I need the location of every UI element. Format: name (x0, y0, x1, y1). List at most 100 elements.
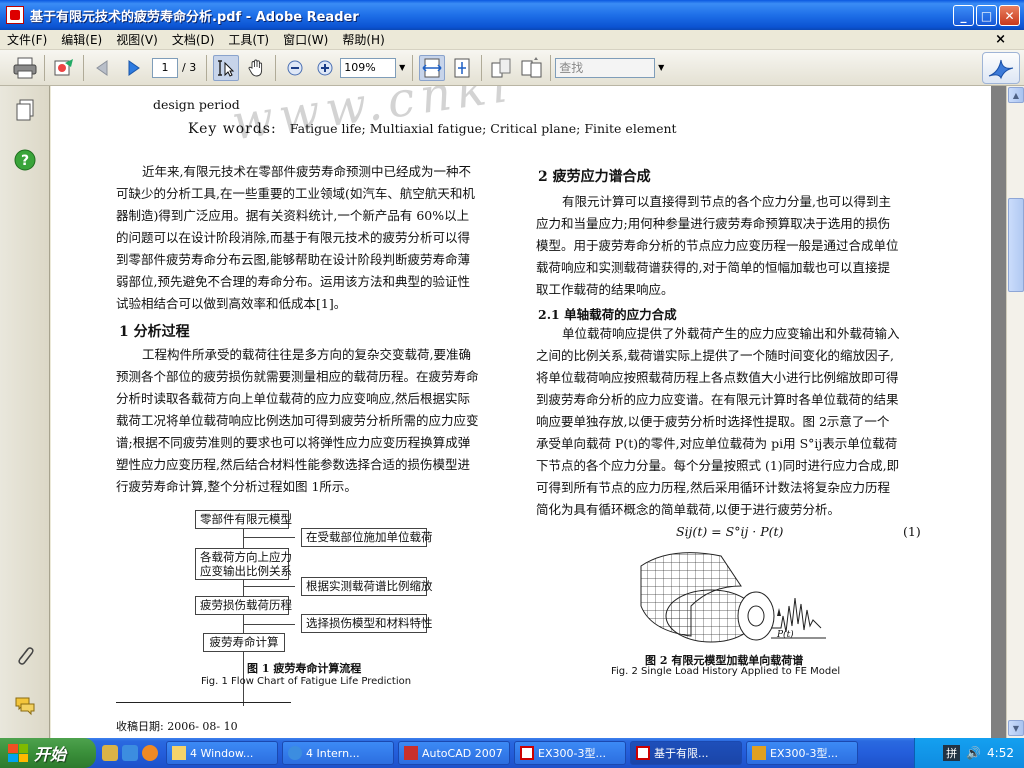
menu-help[interactable]: 帮助(H) (335, 31, 391, 48)
taskbar-item-label: EX300-3型... (538, 747, 606, 760)
scroll-down-icon[interactable]: ▼ (1008, 720, 1024, 736)
page-total-label: / 3 (182, 61, 197, 74)
minimize-button[interactable]: _ (953, 5, 974, 26)
menu-file[interactable]: 文件(F) (0, 31, 54, 48)
left-para2-line: 工程构件所承受的载荷往往是多方向的复杂交变载荷,要准确 (142, 347, 471, 362)
keywords-line: Key words: Fatigue life; Multiaxial fati… (188, 118, 677, 137)
flow-side-scale: 根据实测载荷谱比例缩放 (301, 577, 433, 596)
print-icon[interactable] (12, 55, 38, 81)
zoom-dropdown-chevron-icon[interactable]: ▼ (396, 58, 408, 78)
taskbar-item-label: 基于有限... (654, 747, 709, 760)
next-page-icon[interactable] (120, 55, 146, 81)
menu-tools[interactable]: 工具(T) (221, 31, 276, 48)
rotate-icon[interactable] (488, 55, 514, 81)
section1-heading: 1 分析过程 (119, 324, 190, 340)
flow-box-stress-ratio-line1: 各载荷方向上应力 (200, 550, 292, 564)
document-close-button[interactable]: × (995, 32, 1006, 47)
right-para2-line: 简化为具有循环概念的简单载荷,以便于进行疲劳分析。 (536, 502, 840, 517)
adobe-reader-window: 基于有限元技术的疲劳寿命分析.pdf - Adobe Reader _ □ ✕ … (0, 0, 1024, 768)
start-button[interactable]: 开始 (0, 738, 96, 768)
comments-icon[interactable] (13, 694, 37, 718)
scroll-up-icon[interactable]: ▲ (1008, 87, 1024, 103)
quick-launch-browser-icon[interactable] (142, 745, 158, 761)
abstract-tail: design period (153, 97, 240, 112)
clock: 4:52 (987, 746, 1014, 760)
title-bar[interactable]: 基于有限元技术的疲劳寿命分析.pdf - Adobe Reader _ □ ✕ (0, 0, 1024, 30)
vertical-scrollbar[interactable]: ▲ ▼ (1006, 86, 1024, 738)
help-icon[interactable]: ? (13, 148, 37, 172)
zoom-out-icon[interactable] (282, 55, 308, 81)
keywords-label: Key words: (188, 121, 277, 137)
ime-indicator[interactable]: 拼 (943, 745, 961, 761)
right-para2-line: 之间的比例关系,载荷谱实际上提供了一个随时间变化的缩放因子, (536, 348, 894, 363)
pdf-page: www.cnki design period Key words: Fatigu… (51, 86, 991, 738)
right-para2-line: 到疲劳寿命分析的应力应变谱。在有限元计算时各单位载荷的结果 (536, 392, 899, 407)
section2-1-heading: 2.1 单轴载荷的应力合成 (538, 307, 677, 322)
menu-edit[interactable]: 编辑(E) (54, 31, 109, 48)
menu-window[interactable]: 窗口(W) (276, 31, 335, 48)
find-dropdown-chevron-icon[interactable]: ▼ (655, 58, 667, 78)
left-para1-line: 弱部位,预先避免不合理的寿命分布。运用该方法和典型的验证性 (116, 274, 470, 289)
navigation-pane: ? (0, 86, 50, 738)
footnote-rule (116, 702, 291, 703)
volume-icon[interactable]: 🔊 (966, 746, 981, 760)
left-para2-line: 塑性应力应变历程,然后结合材料性能参数选择合适的损伤模型进 (116, 457, 470, 472)
received-date: 收稿日期: 2006- 08- 10 (116, 720, 238, 733)
quick-launch-icon[interactable] (102, 745, 118, 761)
section2-heading: 2 疲劳应力谱合成 (538, 169, 651, 185)
find-input[interactable]: 查找 (555, 57, 656, 78)
zoom-level-field[interactable]: 109% (340, 57, 397, 78)
left-para2-line: 谱;根据不同疲劳准则的要求也可以将弹性应力应变历程换算成弹 (116, 435, 471, 450)
left-para1-line: 试验相结合可以做到高效率和低成本[1]。 (116, 296, 347, 311)
close-button[interactable]: ✕ (999, 5, 1020, 26)
equation-1: Sij(t) = S°ij · P(t) (676, 524, 784, 539)
pdf-app-icon[interactable] (6, 6, 24, 24)
taskbar-item-autocad[interactable]: AutoCAD 2007 (398, 741, 510, 765)
zoom-in-icon[interactable] (312, 55, 338, 81)
flow-side-damage-model: 选择损伤模型和材料特性 (301, 614, 433, 633)
page-number-input[interactable]: 1 (152, 57, 178, 78)
adobe-reader-logo-icon[interactable] (982, 52, 1020, 84)
previous-page-icon[interactable] (90, 55, 116, 81)
menu-view[interactable]: 视图(V) (109, 31, 165, 48)
taskbar-item-word[interactable]: EX300-3型... (746, 741, 858, 765)
create-pdf-icon[interactable] (51, 55, 77, 81)
right-para2-line: 响应要单独存放,以便于疲劳分析时选择性提取。图 2示意了一个 (536, 414, 890, 429)
taskbar: 开始 4 Window... 4 Intern... AutoCAD 2007 … (0, 738, 1024, 768)
left-para1-line: 可缺少的分析工具,在一些重要的工业领域(如汽车、航空航天和机 (116, 186, 475, 201)
quick-launch (102, 745, 158, 761)
right-para2-line: 下节点的各个应力分量。每个分量按照式 (1)同时进行应力合成,即 (536, 458, 900, 473)
left-para1-line: 器制造)得到广泛应用。据有关资料统计,一个新产品有 60%以上 (116, 208, 470, 223)
fit-page-icon[interactable] (449, 55, 475, 81)
document-pages-icon[interactable] (518, 55, 544, 81)
taskbar-item-current-pdf[interactable]: 基于有限... (630, 741, 742, 765)
right-para2-line: 承受单向载荷 P(t)的零件,对应单位载荷为 pi用 S°ij表示单位载荷 (536, 436, 898, 451)
hand-tool-icon[interactable] (243, 55, 269, 81)
document-view[interactable]: www.cnki design period Key words: Fatigu… (51, 86, 1006, 738)
pdf-icon (520, 746, 534, 760)
attachments-paperclip-icon[interactable] (13, 644, 37, 668)
menu-document[interactable]: 文档(D) (165, 31, 222, 48)
taskbar-item-pdf-1[interactable]: EX300-3型... (514, 741, 626, 765)
svg-text:?: ? (21, 153, 29, 169)
fe-model-figure: P(t) (631, 546, 831, 648)
keywords-text: Fatigue life; Multiaxial fatigue; Critic… (289, 121, 677, 136)
equation-number: (1) (903, 524, 921, 539)
taskbar-item-ie[interactable]: 4 Intern... (282, 741, 394, 765)
left-para1-line: 到零部件疲劳寿命分布云图,能够帮助在设计阶段判断疲劳寿命薄 (116, 252, 470, 267)
flow-box-life-calc: 疲劳寿命计算 (203, 633, 285, 652)
folder-icon (172, 746, 186, 760)
maximize-button[interactable]: □ (976, 5, 997, 26)
start-label: 开始 (34, 745, 67, 764)
pages-panel-icon[interactable] (13, 98, 37, 122)
quick-launch-ie-icon[interactable] (122, 745, 138, 761)
select-text-tool-icon[interactable] (213, 54, 240, 81)
figure2-caption-en: Fig. 2 Single Load History Applied to FE… (611, 666, 841, 677)
scrollbar-thumb[interactable] (1008, 198, 1024, 292)
left-para2-line: 载荷工况将单位载荷响应比例迭加可得到疲劳分析所需的应力应变 (116, 413, 479, 428)
fit-width-icon[interactable] (419, 54, 446, 81)
right-para1-line: 取工作载荷的结果响应。 (536, 282, 674, 297)
taskbar-item-explorer[interactable]: 4 Window... (166, 741, 278, 765)
figure1-caption-cn: 图 1 疲劳寿命计算流程 (247, 662, 362, 675)
pdf-icon (636, 746, 650, 760)
